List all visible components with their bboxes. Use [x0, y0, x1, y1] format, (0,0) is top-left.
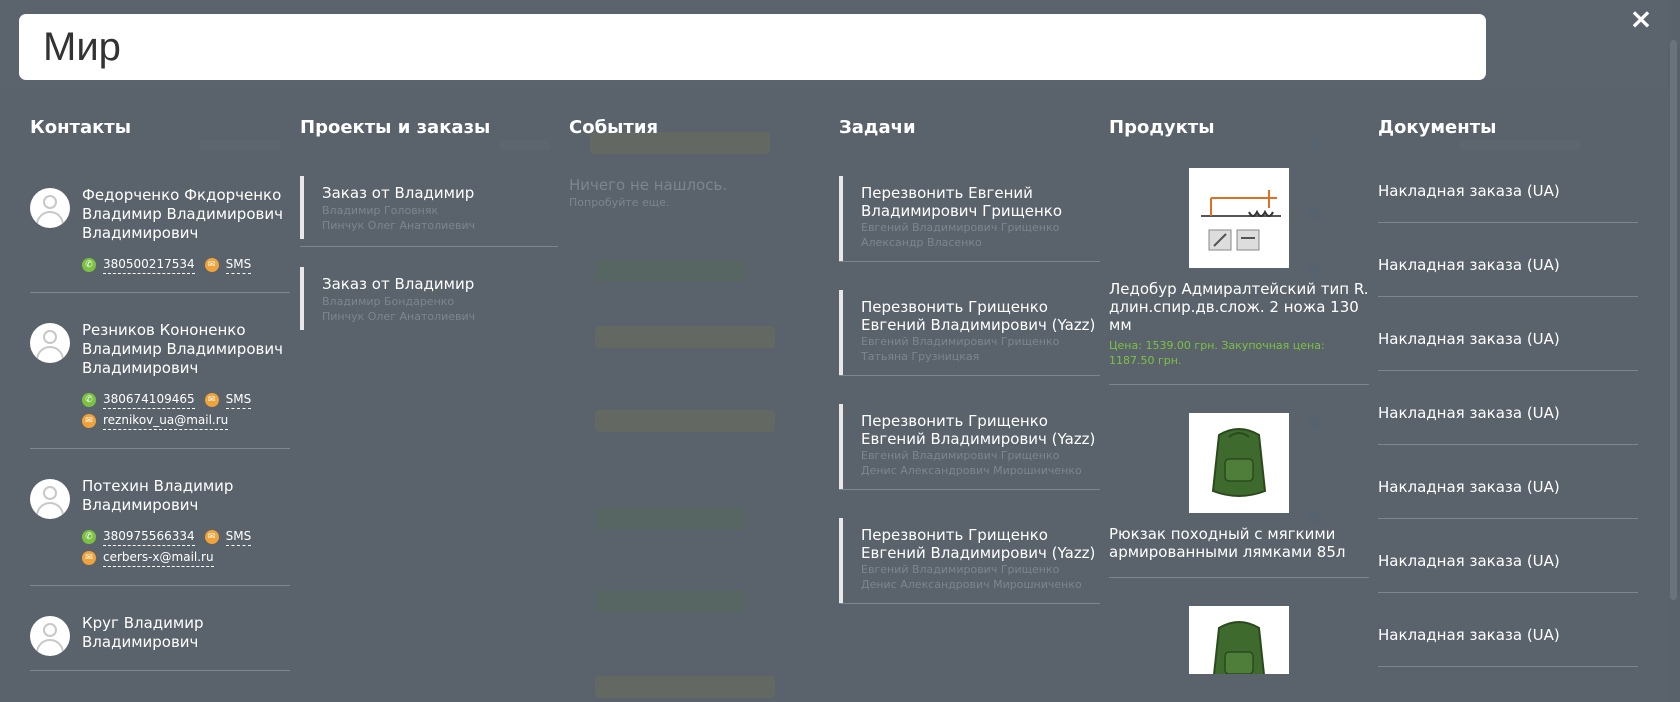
search-input[interactable]: [19, 14, 1486, 80]
task-sub: Евгений Владимирович Грищенко: [861, 221, 1060, 234]
product-image[interactable]: [1189, 168, 1289, 268]
contact-card[interactable]: Круг Владимир Владимирович: [30, 604, 290, 671]
task-sub: Александр Власенко: [861, 236, 982, 249]
contact-name[interactable]: Федорченко Фкдорченко Владимир Владимиро…: [82, 186, 290, 243]
avatar: [30, 616, 70, 656]
ice-auger-icon: [1201, 190, 1281, 251]
document-item[interactable]: Накладная заказа (UA): [1378, 542, 1638, 593]
empty-title: Ничего не нашлось.: [569, 176, 728, 194]
sms-link[interactable]: SMS: [225, 255, 252, 274]
close-icon[interactable]: ×: [1628, 5, 1654, 33]
email-icon: ✉: [82, 413, 96, 428]
project-item[interactable]: Заказ от Владимир Владимир Бондаренко Пи…: [300, 267, 558, 330]
scrollbar[interactable]: [1668, 0, 1680, 702]
backpack-icon: [1211, 428, 1267, 497]
contact-card[interactable]: Потехин Владимир Владимирович ✆ 38097556…: [30, 467, 290, 586]
search-box: [19, 14, 1486, 80]
documents-title: Документы: [1378, 117, 1497, 138]
sms-link[interactable]: SMS: [225, 390, 252, 409]
contacts-column: Контакты Федорченко Фкдорченко Владимир …: [30, 112, 290, 674]
avatar: [30, 479, 70, 519]
empty-sub: Попробуйте еще.: [569, 196, 670, 209]
document-item[interactable]: Накладная заказа (UA): [1378, 320, 1638, 371]
task-sub: Татьяна Грузницкая: [861, 350, 980, 363]
phone-icon: ✆: [82, 529, 96, 544]
events-title: События: [569, 117, 659, 138]
products-title: Продукты: [1109, 117, 1215, 138]
tasks-title: Задачи: [839, 117, 916, 138]
avatar: [30, 323, 70, 363]
project-title[interactable]: Заказ от Владимир: [322, 184, 558, 203]
contact-phone[interactable]: 380500217534: [103, 255, 195, 274]
task-sub: Денис Александрович Мирошниченко: [861, 578, 1082, 591]
task-title[interactable]: Перезвонить Грищенко Евгений Владимирови…: [861, 412, 1100, 448]
task-sub: Евгений Владимирович Грищенко: [861, 335, 1060, 348]
product-name[interactable]: Рюкзак походный с мягкими армированными …: [1109, 525, 1369, 561]
product-item[interactable]: [1109, 606, 1369, 674]
documents-column: Документы Накладная заказа (UA) Накладна…: [1378, 112, 1638, 674]
project-sub: Пинчук Олег Анатолиевич: [322, 310, 476, 323]
scrollbar-thumb[interactable]: [1670, 40, 1677, 600]
document-item[interactable]: Накладная заказа (UA): [1378, 172, 1638, 223]
task-item[interactable]: Перезвонить Грищенко Евгений Владимирови…: [839, 518, 1100, 604]
phone-icon: ✆: [82, 257, 96, 272]
avatar: [30, 188, 70, 228]
projects-column: Проекты и заказы Заказ от Владимир Влади…: [300, 112, 558, 674]
task-sub: Денис Александрович Мирошниченко: [861, 464, 1082, 477]
email-icon: ✉: [82, 550, 96, 565]
sms-icon: ✉: [204, 392, 219, 407]
projects-title: Проекты и заказы: [300, 117, 491, 138]
document-item[interactable]: Накладная заказа (UA): [1378, 246, 1638, 297]
contact-name[interactable]: Потехин Владимир Владимирович: [82, 477, 290, 515]
backpack-icon: [1213, 621, 1265, 674]
document-item[interactable]: Накладная заказа (UA): [1378, 394, 1638, 445]
task-item[interactable]: Перезвонить Грищенко Евгений Владимирови…: [839, 404, 1100, 490]
sms-link[interactable]: SMS: [225, 527, 252, 546]
contact-phone[interactable]: 380975566334: [103, 527, 195, 546]
task-sub: Евгений Владимирович Грищенко: [861, 449, 1060, 462]
sms-icon: ✉: [204, 257, 219, 272]
product-price: Цена: 1539.00 грн. Закупочная цена: 1187…: [1109, 339, 1325, 367]
events-column: События Ничего не нашлось. Попробуйте ещ…: [569, 112, 827, 674]
tasks-column: Задачи Перезвонить Евгений Владимирович …: [839, 112, 1100, 674]
project-sub: Владимир Бондаренко: [322, 295, 455, 308]
task-title[interactable]: Перезвонить Грищенко Евгений Владимирови…: [861, 526, 1100, 562]
phone-icon: ✆: [82, 392, 96, 407]
task-item[interactable]: Перезвонить Грищенко Евгений Владимирови…: [839, 290, 1100, 376]
sms-icon: ✉: [204, 529, 219, 544]
document-item[interactable]: Накладная заказа (UA): [1378, 468, 1638, 519]
contact-phone[interactable]: 380674109465: [103, 390, 195, 409]
product-item[interactable]: Рюкзак походный с мягкими армированными …: [1109, 413, 1369, 578]
product-image[interactable]: [1189, 413, 1289, 513]
product-image[interactable]: [1189, 606, 1289, 674]
products-column: Продукты Ледобур Адмиралтейский тип R. д…: [1109, 112, 1369, 674]
project-sub: Пинчук Олег Анатолиевич: [322, 219, 476, 232]
task-item[interactable]: Перезвонить Евгений Владимирович Грищенк…: [839, 176, 1100, 262]
contacts-title: Контакты: [30, 117, 132, 138]
contact-card[interactable]: Резников Кононенко Владимир Владимирович…: [30, 311, 290, 449]
task-title[interactable]: Перезвонить Евгений Владимирович Грищенк…: [861, 184, 1100, 220]
contact-email[interactable]: reznikov_ua@mail.ru: [103, 411, 229, 430]
task-title[interactable]: Перезвонить Грищенко Евгений Владимирови…: [861, 298, 1100, 334]
project-title[interactable]: Заказ от Владимир: [322, 275, 558, 294]
product-name[interactable]: Ледобур Адмиралтейский тип R. длин.спир.…: [1109, 280, 1369, 334]
project-sub: Владимир Головняк: [322, 204, 439, 217]
document-item[interactable]: Накладная заказа (UA): [1378, 616, 1638, 667]
contact-card[interactable]: Федорченко Фкдорченко Владимир Владимиро…: [30, 176, 290, 293]
task-sub: Евгений Владимирович Грищенко: [861, 563, 1060, 576]
project-item[interactable]: Заказ от Владимир Владимир Головняк Пинч…: [300, 176, 558, 247]
product-item[interactable]: Ледобур Адмиралтейский тип R. длин.спир.…: [1109, 168, 1369, 385]
contact-email[interactable]: cerbers-x@mail.ru: [103, 548, 214, 567]
contact-name[interactable]: Круг Владимир Владимирович: [82, 614, 290, 652]
contact-name[interactable]: Резников Кононенко Владимир Владимирович…: [82, 321, 290, 378]
